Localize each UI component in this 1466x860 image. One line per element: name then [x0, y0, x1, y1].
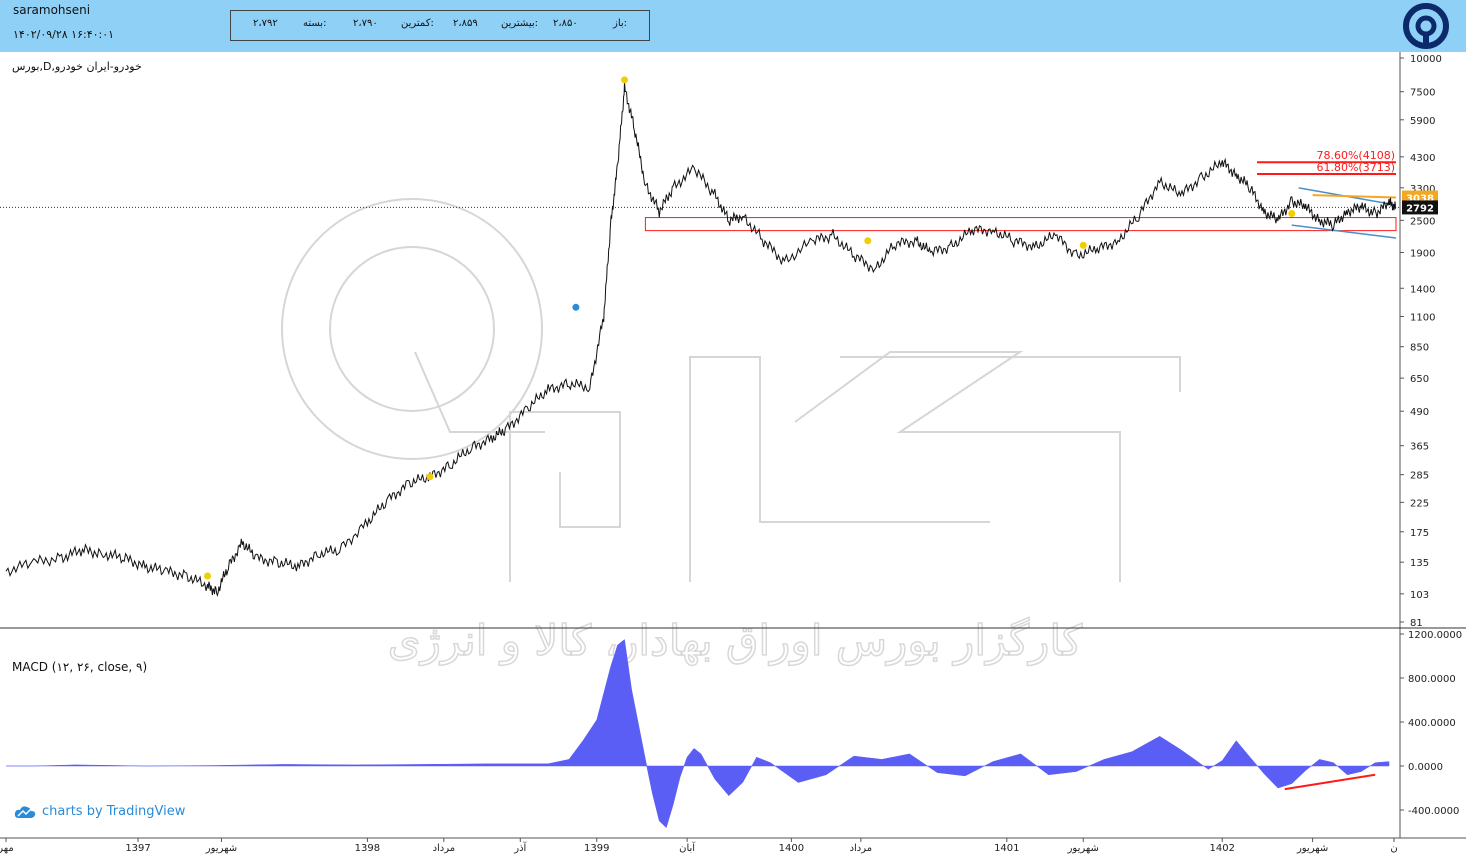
time-tick-label: مهر [0, 843, 14, 854]
price-tick-label: 1400 [1410, 284, 1435, 295]
chart-area[interactable]: کارگزار بورس اوراق بهادار، کالا و انرژی … [0, 52, 1466, 856]
signal-marker [1079, 241, 1087, 249]
time-tick-label: 1399 [584, 843, 609, 854]
price-tick-label: 7500 [1410, 88, 1435, 99]
price-tick-label: 175 [1410, 528, 1429, 539]
macd-tick-label: 800.0000 [1408, 674, 1456, 685]
last-price-label: 2792 [1406, 203, 1434, 214]
time-tick-label: شهریور [1296, 843, 1328, 854]
chart-svg: کارگزار بورس اوراق بهادار، کالا و انرژی … [0, 52, 1466, 854]
signal-marker [864, 237, 872, 245]
time-tick-label: 1398 [355, 843, 380, 854]
macd-tick-label: 1200.0000 [1408, 630, 1462, 641]
time-tick-label: 1397 [125, 843, 150, 854]
high-label: بیشترین: [501, 18, 539, 29]
high-value: ۲،۸۵۹ [453, 18, 478, 29]
time-tick-label: 1402 [1210, 843, 1235, 854]
price-tick-label: 10000 [1410, 54, 1442, 65]
support-zone [644, 217, 1397, 232]
low-label: کمترین: [401, 18, 434, 29]
signal-marker [572, 303, 580, 311]
time-tick-label: شهریور [205, 843, 237, 854]
price-ticks: 1000075005900430033002500190014001100850… [1400, 54, 1442, 629]
fib-label: 61.80%(3713) [1316, 161, 1395, 174]
price-tick-label: 650 [1410, 374, 1429, 385]
macd-series [6, 639, 1390, 829]
brand-logo-icon [1403, 3, 1449, 49]
price-tick-label: 2500 [1410, 216, 1435, 227]
price-tick-label: 1900 [1410, 248, 1435, 259]
price-series [5, 81, 1397, 597]
trend-line-lower [1291, 224, 1397, 239]
time-tick-label: ن [1390, 843, 1397, 854]
price-tick-label: 490 [1410, 407, 1429, 418]
time-ticks: مهر 1397 شهریور 1398 مرداد آذر 1399 آبان 1400 مرد… [0, 838, 1398, 854]
price-tick-label: 5900 [1410, 116, 1435, 127]
tradingview-cloud-icon [14, 805, 36, 818]
price-tick-label: 365 [1410, 442, 1429, 453]
open-value: ۲،۸۵۰ [553, 18, 578, 29]
header-bar: saramohseni ۱۴۰۲/۰۹/۲۸ ۱۶:۴۰:۰۱ باز: ۲،۸… [0, 0, 1466, 52]
price-tick-label: 4300 [1410, 153, 1435, 164]
time-tick-label: مرداد [433, 843, 456, 854]
tradingview-label: charts by TradingView [42, 804, 186, 819]
price-tick-label: 850 [1410, 343, 1429, 354]
macd-title: MACD (۱۲, ۲۶, close, ۹) [12, 660, 147, 674]
support-zone-rect [644, 217, 1397, 232]
close-label: بسته: [303, 18, 327, 29]
quote-box: باز: ۲،۸۵۰ بیشترین: ۲،۸۵۹ کمترین: ۲،۷۹۰ … [230, 10, 650, 41]
price-tick-label: 103 [1410, 590, 1429, 601]
username: saramohseni [13, 3, 91, 17]
signal-marker [1288, 210, 1296, 218]
time-tick-label: آبان [679, 841, 696, 854]
resistance-line [1312, 194, 1397, 199]
signal-marker [204, 572, 212, 580]
low-value: ۲،۷۹۰ [353, 18, 378, 29]
watermark-text: کارگزار بورس اوراق بهادار، کالا و انرژی [388, 616, 1083, 666]
price-tick-label: 81 [1410, 618, 1423, 629]
macd-tick-label: -400.0000 [1408, 806, 1459, 817]
signal-marker [426, 473, 434, 481]
time-tick-label: آذر [513, 841, 527, 854]
price-tick-label: 1100 [1410, 312, 1435, 323]
time-tick-label: 1400 [779, 843, 804, 854]
time-tick-label: مرداد [850, 843, 873, 854]
tradingview-brand[interactable]: charts by TradingView [14, 804, 185, 819]
datetime: ۱۴۰۲/۰۹/۲۸ ۱۶:۴۰:۰۱ [13, 28, 115, 41]
price-tick-label: 285 [1410, 471, 1429, 482]
signal-marker [621, 76, 629, 84]
macd-histogram-area [6, 639, 1390, 829]
macd-tick-label: 400.0000 [1408, 718, 1456, 729]
open-label: باز: [613, 18, 628, 29]
markers [204, 76, 1296, 580]
watermark-logo [281, 198, 1181, 582]
macd-ticks: 1200.0000 800.0000 400.0000 0.0000 -400.0000 [1400, 630, 1462, 817]
price-chart-title: بورس,D,خودرو-ایران خودرو [12, 60, 142, 73]
macd-tick-label: 0.0000 [1408, 762, 1443, 773]
price-line [5, 81, 1397, 597]
price-tick-label: 225 [1410, 498, 1429, 509]
close-value: ۲،۷۹۲ [253, 18, 278, 29]
time-tick-label: شهریور [1067, 843, 1099, 854]
time-tick-label: 1401 [994, 843, 1019, 854]
price-tick-label: 135 [1410, 558, 1429, 569]
